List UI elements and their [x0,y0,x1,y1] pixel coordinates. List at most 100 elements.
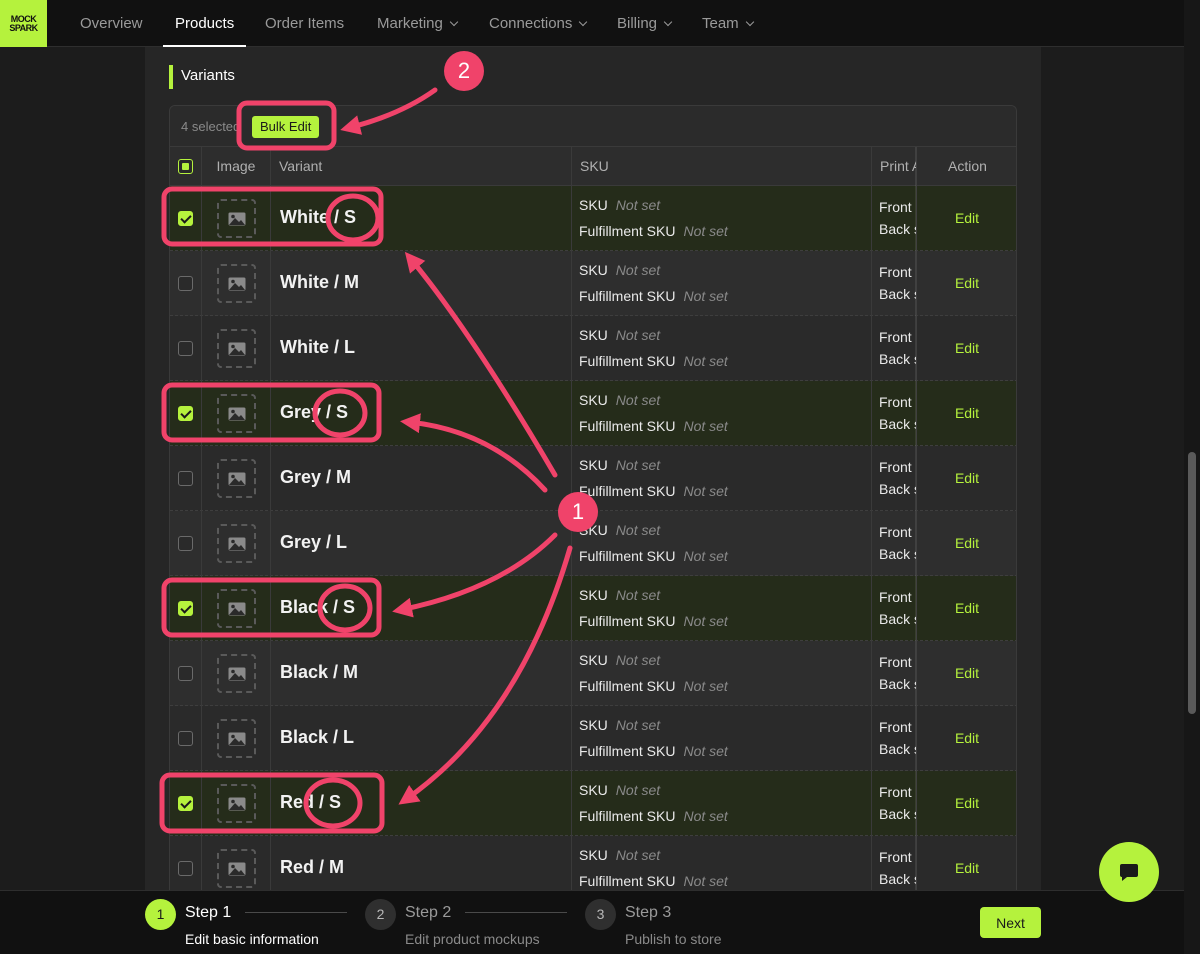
print-areas-cell: Front Back side [872,706,917,771]
edit-link[interactable]: Edit [917,730,1016,746]
image-icon [228,277,246,291]
image-placeholder[interactable] [217,719,256,758]
sku-label: SKU [579,717,608,733]
variant-cell: Grey / M [271,446,572,511]
edit-link[interactable]: Edit [917,795,1016,811]
image-cell [202,316,271,381]
image-placeholder[interactable] [217,199,256,238]
sku-cell: SKU Not set Fulfillment SKU Not set [572,511,872,576]
edit-link[interactable]: Edit [917,535,1016,551]
image-placeholder[interactable] [217,524,256,563]
variant-cell: White / M [271,251,572,316]
table-row[interactable]: White / M SKU Not set Fulfillment SKU Not se… [170,251,1016,316]
nav-marketing[interactable]: Marketing [377,0,459,47]
sku-cell: SKU Not set Fulfillment SKU Not set [572,186,872,251]
row-checkbox[interactable] [178,861,193,876]
row-checkbox[interactable] [178,731,193,746]
edit-link[interactable]: Edit [917,275,1016,291]
row-checkbox[interactable] [178,536,193,551]
sku-line: SKU Not set [579,262,660,278]
table-row[interactable]: White / S SKU Not set Fulfillment SKU Not se… [170,186,1016,251]
nav-connections[interactable]: Connections [489,0,588,47]
selected-count: 4 selected [181,119,241,134]
action-cell: Edit [917,186,1016,251]
nav-overview[interactable]: Overview [80,0,143,47]
app-logo[interactable]: MOCK SPARK [0,0,47,47]
image-placeholder[interactable] [217,329,256,368]
page-scrollbar[interactable] [1184,0,1200,954]
step-2-number[interactable]: 2 [365,899,396,930]
table-row[interactable]: Black / M SKU Not set Fulfillment SKU Not se… [170,641,1016,706]
table-row[interactable]: Black / L SKU Not set Fulfillment SKU Not se… [170,706,1016,771]
row-checkbox[interactable] [178,601,193,616]
variant-name: Grey / M [280,467,352,487]
edit-link[interactable]: Edit [917,860,1016,876]
row-checkbox[interactable] [178,471,193,486]
image-placeholder[interactable] [217,394,256,433]
image-placeholder[interactable] [217,589,256,628]
row-checkbox[interactable] [178,796,193,811]
image-cell [202,446,271,511]
nav-team[interactable]: Team [702,0,754,47]
bulk-edit-button[interactable]: Bulk Edit [252,116,320,138]
table-row[interactable]: Red / S SKU Not set Fulfillment SKU Not set F… [170,771,1016,836]
sku-value: Not set [615,652,661,668]
row-checkbox[interactable] [178,211,193,226]
select-cell [170,186,202,251]
header-variant: Variant [271,147,572,186]
table-row[interactable]: Red / M SKU Not set Fulfillment SKU Not set F… [170,836,1016,890]
action-cell: Edit [917,251,1016,316]
sku-label: SKU [579,457,608,473]
nav-billing[interactable]: Billing [617,0,673,47]
row-checkbox[interactable] [178,341,193,356]
variant-cell: Grey / S [271,381,572,446]
print-areas-cell: Front Back side [872,446,917,511]
print-area-back: Back side [879,871,916,887]
nav-products[interactable]: Products [162,0,247,47]
sku-value: Not set [615,327,661,343]
row-checkbox[interactable] [178,406,193,421]
sku-cell: SKU Not set Fulfillment SKU Not set [572,251,872,316]
row-checkbox[interactable] [178,276,193,291]
table-row[interactable]: Black / S SKU Not set Fulfillment SKU Not se… [170,576,1016,641]
next-button[interactable]: Next [980,907,1041,938]
sku-cell: SKU Not set Fulfillment SKU Not set [572,316,872,381]
row-checkbox[interactable] [178,666,193,681]
select-cell [170,316,202,381]
select-cell [170,836,202,890]
table-row[interactable]: Grey / S SKU Not set Fulfillment SKU Not set… [170,381,1016,446]
print-areas-cell: Front Back side [872,251,917,316]
edit-link[interactable]: Edit [917,470,1016,486]
select-all-checkbox[interactable] [178,159,193,174]
edit-link[interactable]: Edit [917,210,1016,226]
image-cell [202,576,271,641]
fulfillment-sku-line: Fulfillment SKU Not set [579,808,728,824]
image-placeholder[interactable] [217,264,256,303]
step-connector [465,912,567,913]
sku-line: SKU Not set [579,392,660,408]
edit-link[interactable]: Edit [917,405,1016,421]
step-1-number[interactable]: 1 [145,899,176,930]
image-placeholder[interactable] [217,654,256,693]
variant-name: White / L [280,337,355,357]
header-action: Action [948,158,987,174]
table-row[interactable]: White / L SKU Not set Fulfillment SKU Not se… [170,316,1016,381]
chat-button[interactable] [1099,842,1159,902]
sku-line: SKU Not set [579,587,660,603]
variant-name: Black / M [280,662,359,682]
scrollbar-thumb[interactable] [1188,452,1196,714]
image-placeholder[interactable] [217,849,256,888]
sku-value: Not set [615,197,661,213]
image-placeholder[interactable] [217,459,256,498]
edit-link[interactable]: Edit [917,600,1016,616]
image-placeholder[interactable] [217,784,256,823]
nav-order-items[interactable]: Order Items [265,0,344,47]
step-3-number[interactable]: 3 [585,899,616,930]
select-cell [170,251,202,316]
action-cell: Edit [917,511,1016,576]
annotation-badge-2: 2 [444,51,484,91]
edit-link[interactable]: Edit [917,340,1016,356]
fulfillment-sku-value: Not set [683,483,728,499]
edit-link[interactable]: Edit [917,665,1016,681]
select-cell [170,576,202,641]
